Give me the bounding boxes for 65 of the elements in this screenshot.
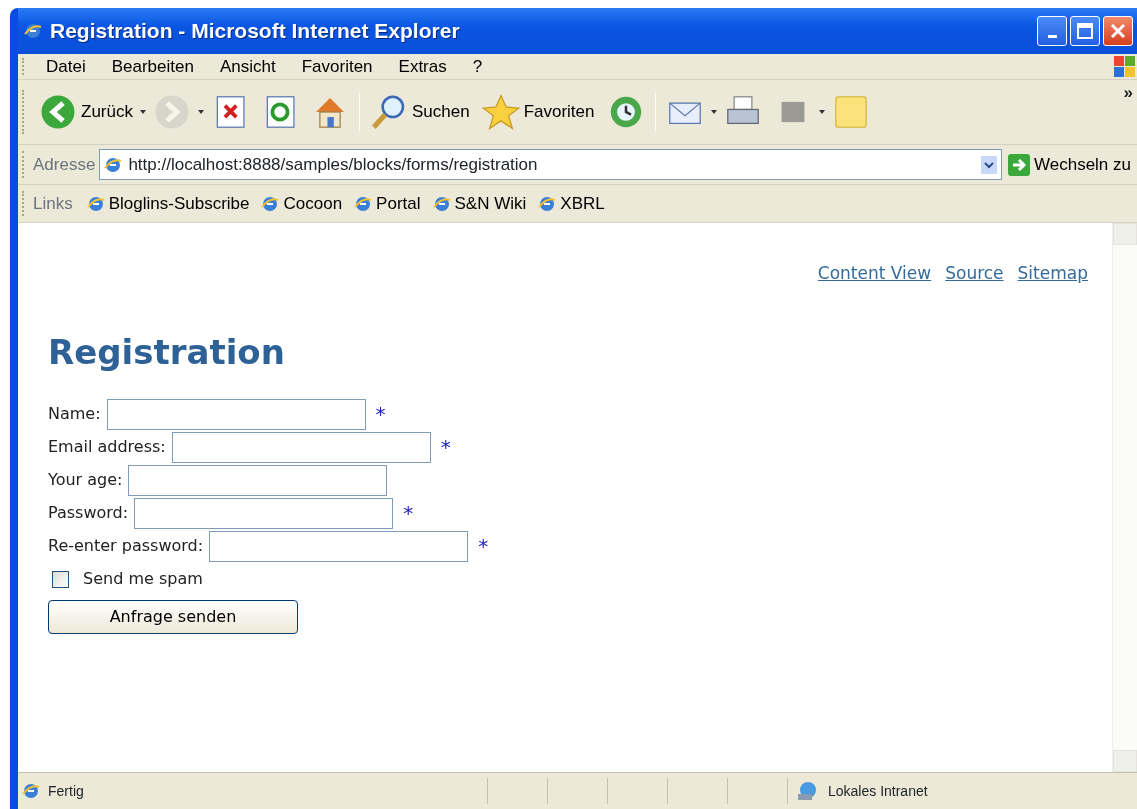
- page-icon: [354, 194, 373, 213]
- text-input[interactable]: [209, 530, 469, 562]
- dropdown-caret-icon[interactable]: [138, 109, 147, 115]
- checkbox[interactable]: [52, 570, 69, 588]
- required-marker: *: [478, 533, 489, 560]
- go-button[interactable]: Wechseln zu: [1002, 151, 1137, 178]
- scrollbar[interactable]: [1112, 223, 1137, 772]
- field-label: Email address:: [48, 436, 166, 458]
- page-heading: Registration: [48, 330, 286, 374]
- page-icon: [432, 194, 451, 213]
- window-title: Registration - Microsoft Internet Explorer: [50, 18, 461, 45]
- page-icon: [538, 194, 557, 213]
- browser-icon[interactable]: [24, 22, 42, 40]
- link-button[interactable]: Bloglins-Subscribe: [80, 190, 256, 217]
- link-button[interactable]: Portal: [348, 190, 427, 217]
- links-label: Links: [33, 192, 73, 215]
- minimize-icon: [1047, 34, 1057, 38]
- search-button[interactable]: Suchen: [363, 93, 476, 131]
- dropdown-caret-icon[interactable]: [196, 109, 205, 115]
- field-label: Password:: [48, 502, 129, 524]
- menu-item[interactable]: Bearbeiten: [98, 51, 207, 82]
- dropdown-caret-icon[interactable]: [817, 109, 826, 115]
- favorites-button[interactable]: Favoriten: [475, 93, 601, 131]
- dropdown-caret-icon[interactable]: [709, 109, 718, 115]
- menu-item[interactable]: ?: [459, 51, 496, 82]
- link-button[interactable]: XBRL: [532, 190, 611, 217]
- page-icon: [104, 155, 123, 174]
- close-icon: [1110, 23, 1126, 39]
- zone-text: Lokales Intranet: [828, 781, 928, 801]
- nav-link[interactable]: Content View: [817, 261, 932, 287]
- menu-item[interactable]: Datei: [33, 51, 99, 82]
- required-marker: *: [403, 500, 414, 527]
- status-text: Fertig: [48, 781, 84, 801]
- close-button[interactable]: [1103, 16, 1133, 46]
- field-label: Name:: [48, 403, 101, 425]
- link-button[interactable]: Cocoon: [255, 190, 349, 217]
- page-icon: [86, 194, 105, 213]
- page-icon: [22, 782, 40, 800]
- required-marker: *: [440, 434, 451, 461]
- page-icon: [261, 194, 280, 213]
- text-input[interactable]: [128, 464, 388, 496]
- maximize-icon: [1077, 23, 1093, 39]
- minimize-button[interactable]: [1037, 16, 1067, 46]
- windows-logo-icon: [1112, 54, 1137, 79]
- field-label: Re-enter password:: [48, 535, 204, 557]
- nav-link[interactable]: Sitemap: [1017, 261, 1088, 287]
- menu-item[interactable]: Favoriten: [288, 51, 386, 82]
- field-label: Your age:: [48, 469, 123, 491]
- required-marker: *: [375, 401, 386, 428]
- menu-item[interactable]: Extras: [385, 51, 460, 82]
- text-input[interactable]: [134, 497, 394, 529]
- dropdown-button[interactable]: [981, 155, 997, 174]
- link-button[interactable]: S&N Wiki: [426, 190, 533, 217]
- menu-item[interactable]: Ansicht: [206, 51, 289, 82]
- text-input[interactable]: [171, 431, 431, 463]
- maximize-button[interactable]: [1070, 16, 1100, 46]
- star-icon: [481, 93, 520, 131]
- checkbox-label: Send me spam: [83, 568, 203, 590]
- more-button[interactable]: »: [1123, 80, 1133, 106]
- text-input[interactable]: [106, 398, 366, 430]
- submit-button[interactable]: Anfrage senden: [48, 599, 298, 634]
- address-field[interactable]: http://localhost:8888/samples/blocks/forms/registration: [99, 149, 1002, 180]
- address-label: Adresse: [33, 153, 96, 176]
- back-button[interactable]: Zurück: [33, 93, 139, 131]
- nav-link[interactable]: Source: [945, 261, 1004, 287]
